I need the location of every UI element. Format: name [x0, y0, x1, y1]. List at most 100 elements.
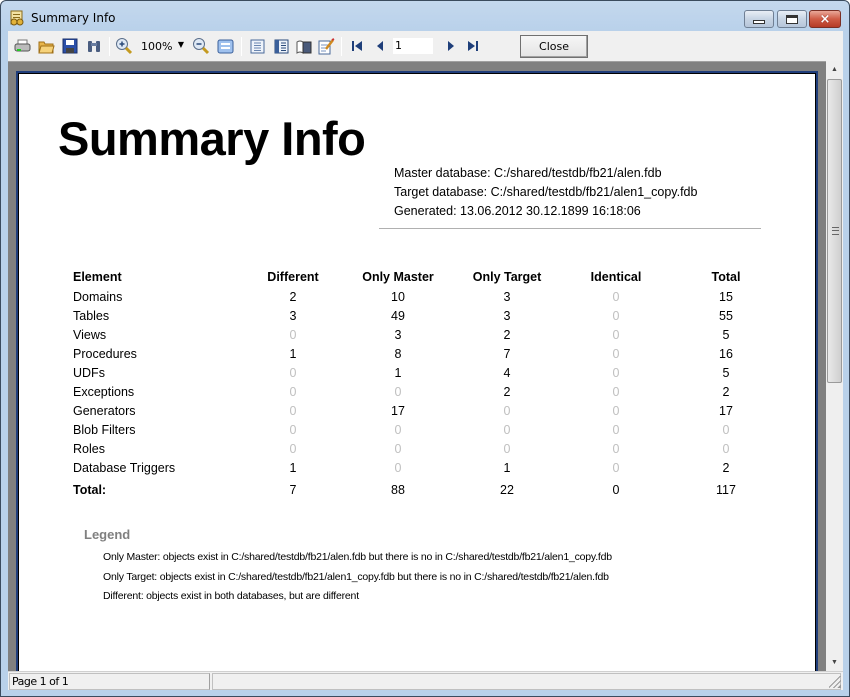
minimize-button[interactable]	[744, 10, 774, 28]
summary-table: Element Different Only Master Only Targe…	[73, 266, 781, 502]
table-row: Blob Filters 0 0 0 0 0	[73, 420, 781, 439]
value-cell: 0	[722, 441, 730, 456]
first-page-icon[interactable]	[348, 37, 366, 55]
element-name-cell: Database Triggers	[73, 460, 176, 475]
page-info-status: Page 1 of 1	[9, 673, 210, 690]
value-cell: 0	[612, 327, 620, 342]
next-page-icon[interactable]	[442, 37, 460, 55]
value-cell: 2	[722, 384, 730, 399]
table-row: Procedures 1 8 7 0 16	[73, 344, 781, 363]
legend-item-different: Different: objects exist in both databas…	[103, 590, 359, 602]
header-divider	[379, 228, 761, 229]
value-cell: 2	[289, 289, 297, 304]
open-icon[interactable]	[37, 37, 55, 55]
value-cell: 4	[503, 365, 511, 380]
find-icon[interactable]	[85, 37, 103, 55]
element-name-cell: Views	[73, 327, 107, 342]
minimize-icon	[753, 20, 765, 24]
scroll-up-icon[interactable]: ▲	[826, 61, 843, 78]
value-cell: 1	[289, 460, 297, 475]
value-cell: 17	[719, 403, 733, 418]
window-close-button[interactable]: ×	[809, 10, 841, 28]
toolbar-separator	[241, 37, 242, 56]
table-row: Views 0 3 2 0 5	[73, 325, 781, 344]
value-cell: 0	[722, 422, 730, 437]
report-meta: Master database: C:/shared/testdb/fb21/a…	[394, 164, 697, 221]
value-cell: 0	[612, 289, 620, 304]
value-cell: 0	[503, 441, 511, 456]
toolbar: 100% ▼ 1 Close	[8, 31, 843, 61]
generated-label: Generated: 13.06.2012 30.12.1899 16:18:0…	[394, 204, 641, 218]
resize-grip-icon[interactable]	[829, 676, 841, 688]
value-cell: 3	[289, 308, 297, 323]
table-row: UDFs 0 1 4 0 5	[73, 363, 781, 382]
last-page-icon[interactable]	[464, 37, 482, 55]
value-cell: 0	[612, 308, 620, 323]
column-header: Element	[73, 269, 122, 284]
element-name-cell: Blob Filters	[73, 422, 136, 437]
close-button[interactable]: Close	[520, 35, 588, 58]
value-cell: 3	[503, 308, 511, 323]
toolbar-separator	[341, 37, 342, 56]
value-cell: 0	[612, 346, 620, 361]
print-icon[interactable]	[13, 37, 31, 55]
client-area: 100% ▼ 1 Close Summary Info Master datab…	[8, 31, 843, 690]
value-cell: 2	[503, 327, 511, 342]
edit-icon[interactable]	[317, 37, 335, 55]
value-cell: 49	[391, 308, 405, 323]
maximize-icon	[786, 14, 798, 24]
page-number-input[interactable]: 1	[393, 38, 433, 54]
zoom-in-icon[interactable]	[115, 37, 133, 55]
value-cell: 10	[391, 289, 405, 304]
zoom-out-icon[interactable]	[192, 37, 210, 55]
element-name-cell: Exceptions	[73, 384, 135, 399]
save-icon[interactable]	[61, 37, 79, 55]
value-cell: 0	[289, 422, 297, 437]
value-cell: 1	[503, 460, 511, 475]
grip-icon	[832, 227, 839, 235]
table-row: Tables 3 49 3 0 55	[73, 306, 781, 325]
legend-item-only-master: Only Master: objects exist in C:/shared/…	[103, 551, 612, 563]
value-cell: 0	[394, 422, 402, 437]
prev-page-icon[interactable]	[371, 37, 389, 55]
title-bar[interactable]: Summary Info ×	[1, 1, 849, 31]
value-cell: 16	[719, 346, 733, 361]
value-cell: 3	[394, 327, 402, 342]
value-cell: 0	[612, 365, 620, 380]
column-header: Total	[711, 269, 741, 284]
value-cell: 117	[716, 482, 736, 497]
status-bar: Page 1 of 1	[8, 671, 843, 690]
value-cell: 0	[503, 403, 511, 418]
column-header: Only Master	[362, 269, 434, 284]
zoom-level-select[interactable]: 100% ▼	[138, 38, 186, 55]
column-header: Identical	[590, 269, 642, 284]
report-preview-area: Summary Info Master database: C:/shared/…	[8, 61, 826, 671]
maximize-button[interactable]	[777, 10, 807, 28]
scrollbar-thumb[interactable]	[827, 79, 842, 383]
element-name-cell: Total:	[73, 482, 107, 497]
master-database-label: Master database: C:/shared/testdb/fb21/a…	[394, 166, 662, 180]
close-icon: ×	[819, 11, 831, 27]
table-row: Database Triggers 1 0 1 0 2	[73, 458, 781, 477]
zoom-level-value: 100%	[141, 40, 173, 53]
vertical-scrollbar[interactable]: ▲ ▼	[826, 61, 843, 671]
value-cell: 0	[394, 441, 402, 456]
column-header: Only Target	[472, 269, 542, 284]
value-cell: 5	[722, 365, 730, 380]
table-row: Exceptions 0 0 2 0 2	[73, 382, 781, 401]
window-title: Summary Info	[31, 11, 116, 25]
legend-item-only-target: Only Target: objects exist in C:/shared/…	[103, 571, 609, 583]
value-cell: 0	[612, 441, 620, 456]
report-title: Summary Info	[58, 112, 366, 165]
multi-page-icon[interactable]	[272, 37, 290, 55]
scroll-down-icon[interactable]: ▼	[826, 654, 843, 671]
value-cell: 0	[394, 460, 402, 475]
value-cell: 2	[503, 384, 511, 399]
element-name-cell: Procedures	[73, 346, 137, 361]
toolbar-separator	[109, 37, 110, 56]
page-width-icon[interactable]	[216, 37, 234, 55]
single-page-icon[interactable]	[248, 37, 266, 55]
book-icon[interactable]	[294, 37, 312, 55]
value-cell: 8	[394, 346, 402, 361]
value-cell: 3	[503, 289, 511, 304]
